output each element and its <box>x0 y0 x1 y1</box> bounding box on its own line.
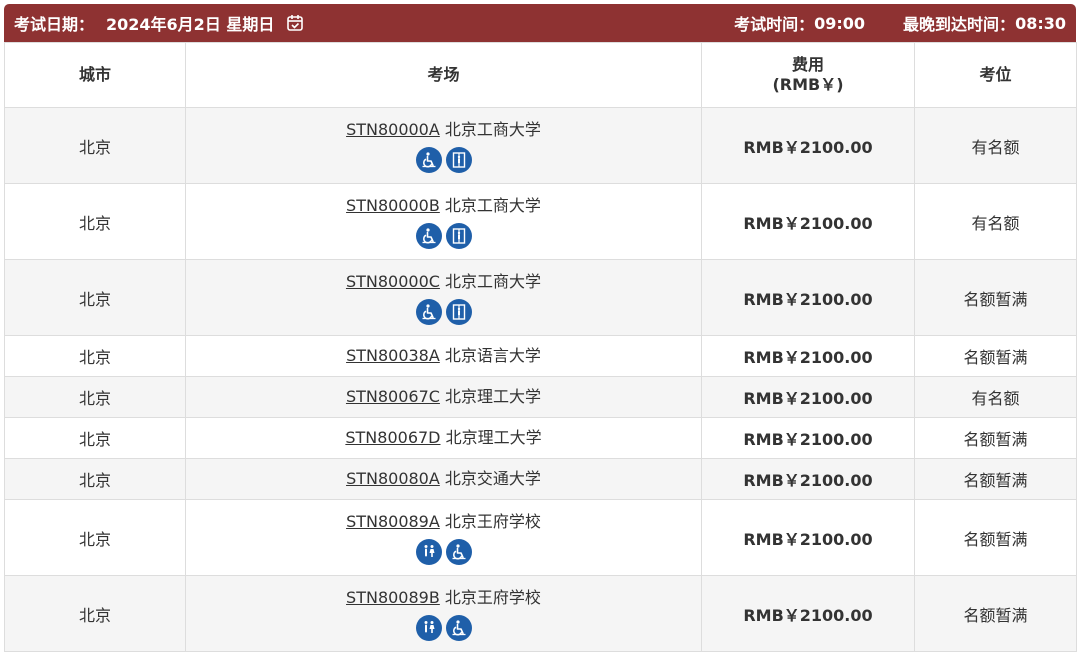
exam-date-group: 考试日期： 2024年6月2日 星期日 <box>4 11 304 35</box>
table-row: 北京 STN80080A 北京交通大学 RMB￥2100.00 名额暂满 <box>4 458 1077 500</box>
test-center-table: 城市 考场 费用 (RMB￥) 考位 北京 STN80000A 北京工商大学 RMB… <box>4 42 1077 652</box>
venue-cell: STN80000B 北京工商大学 <box>185 183 702 260</box>
seat-status-cell: 名额暂满 <box>914 335 1077 377</box>
test-center-code-link[interactable]: STN80067D <box>345 428 440 447</box>
arrival-time-value: 08:30 <box>1015 13 1066 33</box>
venue-cell: STN80000A 北京工商大学 <box>185 107 702 184</box>
seat-status-cell: 名额暂满 <box>914 417 1077 459</box>
test-center-name: 北京工商大学 <box>445 271 542 291</box>
test-center-name: 北京理工大学 <box>445 428 542 447</box>
restroom-icon <box>415 538 442 565</box>
city-cell: 北京 <box>4 335 186 377</box>
table-row: 北京 STN80000B 北京工商大学 RMB￥2100.00 有名额 <box>4 183 1077 260</box>
city-cell: 北京 <box>4 376 186 418</box>
test-center-name: 北京交通大学 <box>444 469 541 488</box>
facility-icons <box>186 222 701 249</box>
exam-time-label: 考试时间： <box>734 15 815 34</box>
test-center-code-link[interactable]: STN80038A <box>346 346 440 365</box>
test-center-name: 北京工商大学 <box>444 195 541 215</box>
facility-icons <box>186 298 701 325</box>
column-header-seats: 考位 <box>914 42 1077 108</box>
table-row: 北京 STN80000C 北京工商大学 RMB￥2100.00 名额暂满 <box>4 259 1077 336</box>
table-row: 北京 STN80089B 北京王府学校 RMB￥2100.00 名额暂满 <box>4 575 1077 652</box>
exam-date-label: 考试日期： <box>14 15 95 34</box>
exam-header-bar: 考试日期： 2024年6月2日 星期日 考试时间： 09:00 最晚到达时间： … <box>4 4 1076 42</box>
test-center-code-link[interactable]: STN80089A <box>346 512 440 531</box>
wheelchair-icon <box>445 538 472 565</box>
venue-cell: STN80089A 北京王府学校 <box>185 499 702 576</box>
fee-cell: RMB￥2100.00 <box>701 107 915 184</box>
seat-status-cell: 名额暂满 <box>914 499 1077 576</box>
column-header-fee-unit: (RMB￥) <box>772 75 844 94</box>
table-row: 北京 STN80038A 北京语言大学 RMB￥2100.00 名额暂满 <box>4 335 1077 377</box>
seat-status-cell: 名额暂满 <box>914 458 1077 500</box>
table-row: 北京 STN80067C 北京理工大学 RMB￥2100.00 有名额 <box>4 376 1077 418</box>
test-center-code-link[interactable]: STN80067C <box>346 387 440 406</box>
test-center-name: 北京理工大学 <box>445 387 542 406</box>
venue-cell: STN80038A 北京语言大学 <box>185 335 702 377</box>
city-cell: 北京 <box>4 259 186 336</box>
fee-cell: RMB￥2100.00 <box>701 575 915 652</box>
city-cell: 北京 <box>4 417 186 459</box>
exam-date-value: 2024年6月2日 星期日 <box>106 15 275 34</box>
arrival-time-label: 最晚到达时间： <box>903 15 1016 34</box>
test-center-code-link[interactable]: STN80089B <box>346 588 440 607</box>
seat-status-cell: 名额暂满 <box>914 575 1077 652</box>
facility-icons <box>186 146 701 173</box>
table-row: 北京 STN80000A 北京工商大学 RMB￥2100.00 有名额 <box>4 107 1077 184</box>
facility-icons <box>186 614 701 641</box>
city-cell: 北京 <box>4 458 186 500</box>
test-center-code-link[interactable]: STN80000B <box>346 196 440 215</box>
table-row: 北京 STN80067D 北京理工大学 RMB￥2100.00 名额暂满 <box>4 417 1077 459</box>
venue-cell: STN80067C 北京理工大学 <box>185 376 702 418</box>
wheelchair-icon <box>415 298 442 325</box>
wheelchair-icon <box>445 614 472 641</box>
test-center-name: 北京语言大学 <box>444 346 541 365</box>
fee-cell: RMB￥2100.00 <box>701 376 915 418</box>
wheelchair-icon <box>415 146 442 173</box>
venue-cell: STN80067D 北京理工大学 <box>185 417 702 459</box>
fee-cell: RMB￥2100.00 <box>701 335 915 377</box>
venue-cell: STN80089B 北京王府学校 <box>185 575 702 652</box>
wheelchair-icon <box>415 222 442 249</box>
column-header-fee: 费用 (RMB￥) <box>701 42 915 108</box>
test-center-name: 北京工商大学 <box>444 119 541 139</box>
fee-cell: RMB￥2100.00 <box>701 458 915 500</box>
exam-time-value: 09:00 <box>814 13 866 33</box>
seat-status-cell: 有名额 <box>914 107 1077 184</box>
exam-schedule-panel: 考试日期： 2024年6月2日 星期日 考试时间： 09:00 最晚到达时间： … <box>0 0 1080 655</box>
restroom-icon <box>415 614 442 641</box>
seat-status-cell: 有名额 <box>914 376 1077 418</box>
fee-cell: RMB￥2100.00 <box>701 499 915 576</box>
city-cell: 北京 <box>4 575 186 652</box>
elevator-icon <box>445 222 472 249</box>
column-header-city: 城市 <box>4 42 186 108</box>
city-cell: 北京 <box>4 107 186 184</box>
column-header-venue: 考场 <box>185 42 702 108</box>
fee-cell: RMB￥2100.00 <box>701 183 915 260</box>
exam-time-group: 考试时间： 09:00 最晚到达时间： 08:30 <box>734 11 1076 35</box>
test-center-name: 北京王府学校 <box>444 511 541 531</box>
venue-cell: STN80000C 北京工商大学 <box>185 259 702 336</box>
seat-status-cell: 有名额 <box>914 183 1077 260</box>
fee-cell: RMB￥2100.00 <box>701 259 915 336</box>
elevator-icon <box>445 298 472 325</box>
table-row: 北京 STN80089A 北京王府学校 RMB￥2100.00 名额暂满 <box>4 499 1077 576</box>
test-center-code-link[interactable]: STN80080A <box>346 469 440 488</box>
seat-status-cell: 名额暂满 <box>914 259 1077 336</box>
city-cell: 北京 <box>4 499 186 576</box>
fee-cell: RMB￥2100.00 <box>701 417 915 459</box>
elevator-icon <box>445 146 472 173</box>
city-cell: 北京 <box>4 183 186 260</box>
column-header-fee-title: 费用 <box>791 55 824 74</box>
table-header-row: 城市 考场 费用 (RMB￥) 考位 <box>4 42 1077 108</box>
facility-icons <box>186 538 701 565</box>
test-center-code-link[interactable]: STN80000C <box>346 272 440 291</box>
test-center-name: 北京王府学校 <box>444 587 541 607</box>
calendar-icon[interactable] <box>286 14 304 32</box>
test-center-code-link[interactable]: STN80000A <box>346 120 440 139</box>
venue-cell: STN80080A 北京交通大学 <box>185 458 702 500</box>
